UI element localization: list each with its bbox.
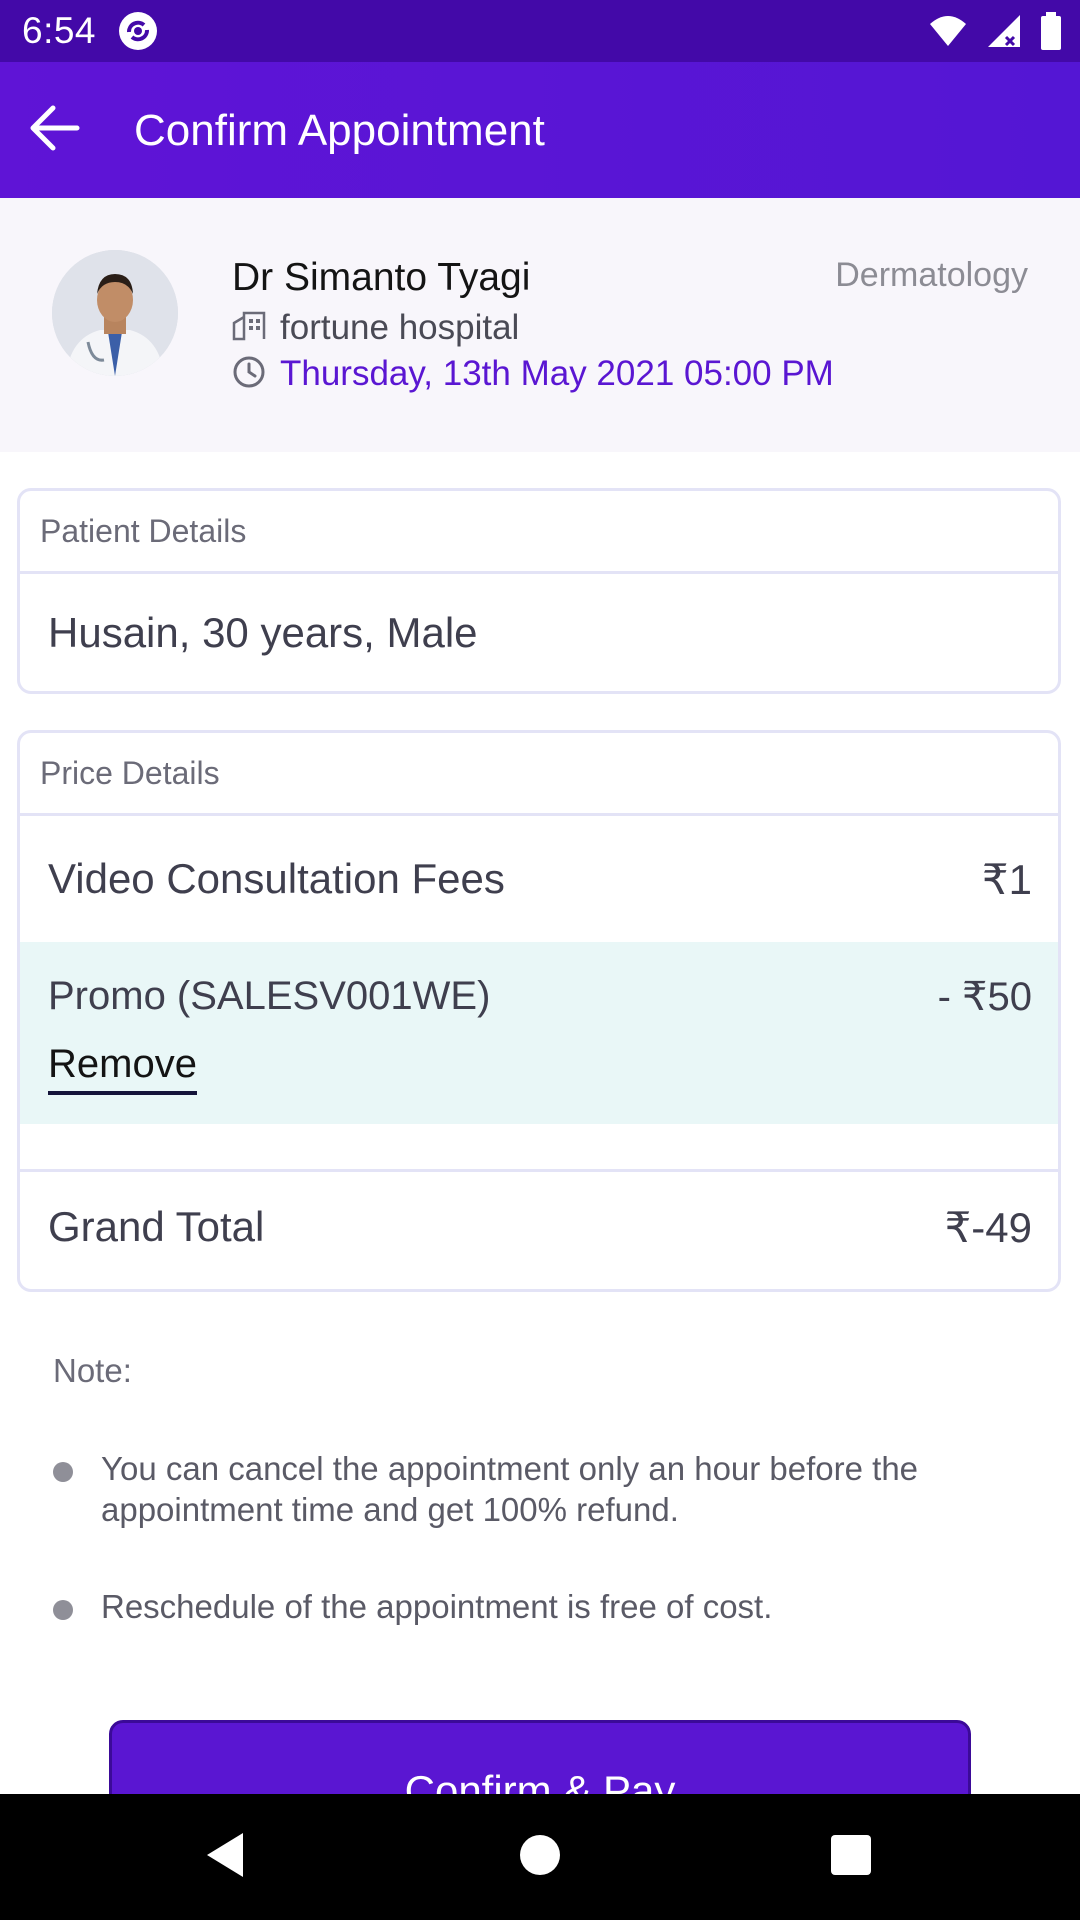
patient-details-header: Patient Details [20, 491, 1058, 574]
back-button[interactable] [24, 100, 84, 160]
price-details-header: Price Details [20, 733, 1058, 816]
fee-row: Video Consultation Fees ₹1 [20, 816, 1058, 942]
sync-app-icon [118, 11, 158, 51]
bullet-icon [53, 1462, 73, 1482]
remove-promo-link[interactable]: Remove [48, 1042, 197, 1095]
clock-icon [232, 355, 266, 394]
fee-label: Video Consultation Fees [48, 855, 505, 902]
battery-icon [1040, 12, 1062, 55]
patient-summary: Husain, 30 years, Male [48, 609, 478, 656]
navigation-bar [0, 1794, 1080, 1920]
nav-back-button[interactable] [190, 1822, 260, 1892]
note-item: Reschedule of the appointment is free of… [53, 1586, 1001, 1627]
appointment-time-row: Thursday, 13th May 2021 05:00 PM [232, 354, 834, 394]
status-bar: 6:54 [0, 0, 1080, 62]
promo-value: - ₹50 [937, 975, 1032, 1019]
note-title: Note: [53, 1352, 132, 1389]
note-text: Reschedule of the appointment is free of… [101, 1588, 773, 1625]
app-bar: Confirm Appointment [0, 62, 1080, 198]
nav-home-button[interactable] [505, 1822, 575, 1892]
doctor-avatar [52, 250, 178, 376]
arrow-left-icon [27, 104, 81, 157]
circle-home-icon [519, 1834, 561, 1881]
price-details-card: Price Details Video Consultation Fees ₹1… [17, 730, 1061, 1292]
grand-total-row: Grand Total ₹-49 [20, 1172, 1058, 1282]
grand-total-label: Grand Total [48, 1203, 265, 1250]
doctor-card: Dr Simanto Tyagi Dermatology fortune hos… [0, 198, 1080, 452]
appointment-datetime: Thursday, 13th May 2021 05:00 PM [280, 354, 834, 393]
status-time: 6:54 [22, 10, 97, 51]
hospital-row: fortune hospital [232, 308, 519, 348]
note-text: You can cancel the appointment only an h… [101, 1450, 919, 1528]
square-recents-icon [830, 1834, 872, 1881]
bullet-icon [53, 1600, 73, 1620]
signal-icon [986, 13, 1022, 54]
fee-value: ₹1 [981, 855, 1032, 903]
wifi-icon [928, 14, 968, 53]
triangle-back-icon [203, 1831, 247, 1884]
promo-label: Promo (SALESV001WE) [48, 974, 491, 1018]
grand-total-value: ₹-49 [944, 1203, 1032, 1251]
patient-details-card: Patient Details Husain, 30 years, Male [17, 488, 1061, 694]
hospital-name: fortune hospital [280, 308, 520, 347]
promo-row: Promo (SALESV001WE) - ₹50 Remove [20, 942, 1058, 1124]
doctor-specialty: Dermatology [835, 256, 1028, 294]
doctor-name: Dr Simanto Tyagi [232, 256, 531, 299]
note-item: You can cancel the appointment only an h… [53, 1448, 1001, 1530]
hospital-icon [232, 311, 266, 346]
divider [20, 1124, 1058, 1172]
nav-recents-button[interactable] [816, 1822, 886, 1892]
page-title: Confirm Appointment [134, 106, 545, 155]
